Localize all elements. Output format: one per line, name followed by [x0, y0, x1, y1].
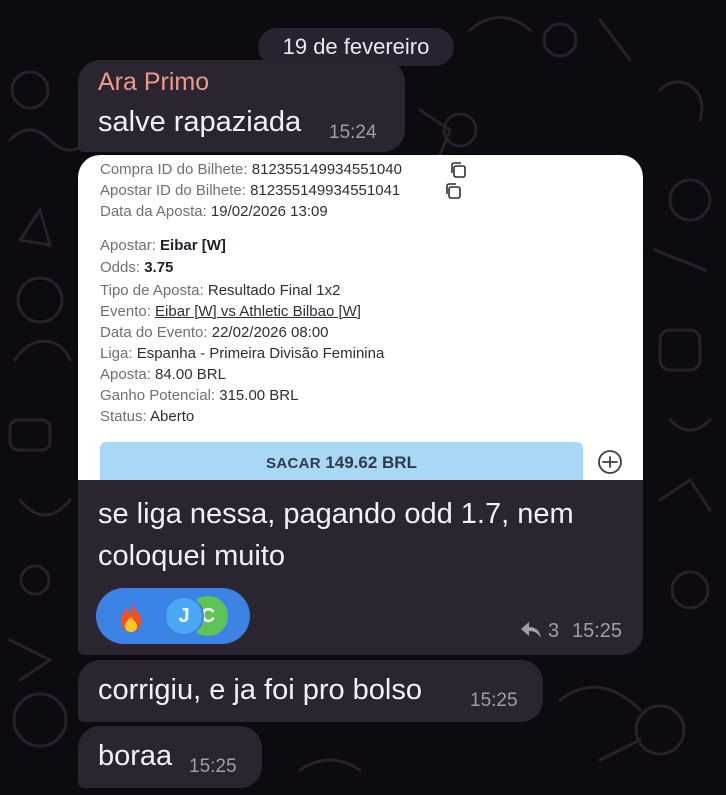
ticket-bet-id: Apostar ID do Bilhete: 81235514993455104… [100, 182, 401, 199]
copy-icon [451, 162, 466, 178]
message-bubble[interactable]: corrigiu, e ja foi pro bolso 15:25 [78, 660, 543, 722]
message-text: corrigiu, e ja foi pro bolso [98, 674, 422, 706]
reply-icon [521, 622, 541, 638]
message-text-line2: coloquei muito [98, 540, 285, 572]
message-text: salve rapaziada [98, 106, 302, 138]
reaction-avatar: J [164, 596, 204, 636]
reply-count: 3 [548, 620, 560, 642]
message-text-line1: se liga nessa, pagando odd 1.7, nem [98, 498, 574, 530]
bet-league: Liga: Espanha - Primeira Divisão Feminin… [100, 345, 385, 362]
cashout-amount: 149.62 BRL [325, 453, 417, 472]
fire-icon [121, 602, 141, 632]
cashout-button: SACAR 149.62 BRL [100, 442, 583, 480]
bet-date: Data da Aposta: 19/02/2026 13:09 [100, 203, 328, 220]
bet-status: Status: Aberto [100, 408, 195, 425]
bet-selection: Apostar: Eibar [W] [100, 237, 226, 254]
message-text: boraa [98, 740, 173, 772]
message-time: 15:25 [189, 756, 237, 777]
message-time: 15:25 [572, 620, 623, 642]
ticket-purchase-id: Compra ID do Bilhete: 812355149934551040 [100, 161, 402, 178]
bet-type: Tipo de Aposta: Resultado Final 1x2 [100, 282, 341, 299]
message-bubble-with-image[interactable]: Compra ID do Bilhete: 812355149934551040… [78, 155, 643, 655]
message-time: 15:24 [329, 122, 377, 143]
copy-icon [446, 183, 461, 199]
potential-win: Ganho Potencial: 315.00 BRL [100, 387, 299, 404]
event-date: Data do Evento: 22/02/2026 08:00 [100, 324, 329, 341]
sender-name[interactable]: Ara Primo [98, 68, 209, 97]
bet-odds: Odds: 3.75 [100, 259, 174, 276]
bet-slip-screenshot[interactable]: Compra ID do Bilhete: 812355149934551040… [78, 155, 643, 480]
reactions-pill[interactable]: C J [96, 588, 250, 644]
message-time: 15:25 [470, 690, 518, 711]
bet-event: Evento: Eibar [W] vs Athletic Bilbao [W] [100, 303, 361, 320]
cashout-label: SACAR [266, 455, 321, 472]
cashout-toggle-icon [598, 450, 622, 474]
message-bubble[interactable]: Ara Primo salve rapaziada 15:24 [78, 60, 405, 152]
bet-stake: Aposta: 84.00 BRL [100, 366, 226, 383]
message-bubble[interactable]: boraa 15:25 [78, 726, 262, 788]
